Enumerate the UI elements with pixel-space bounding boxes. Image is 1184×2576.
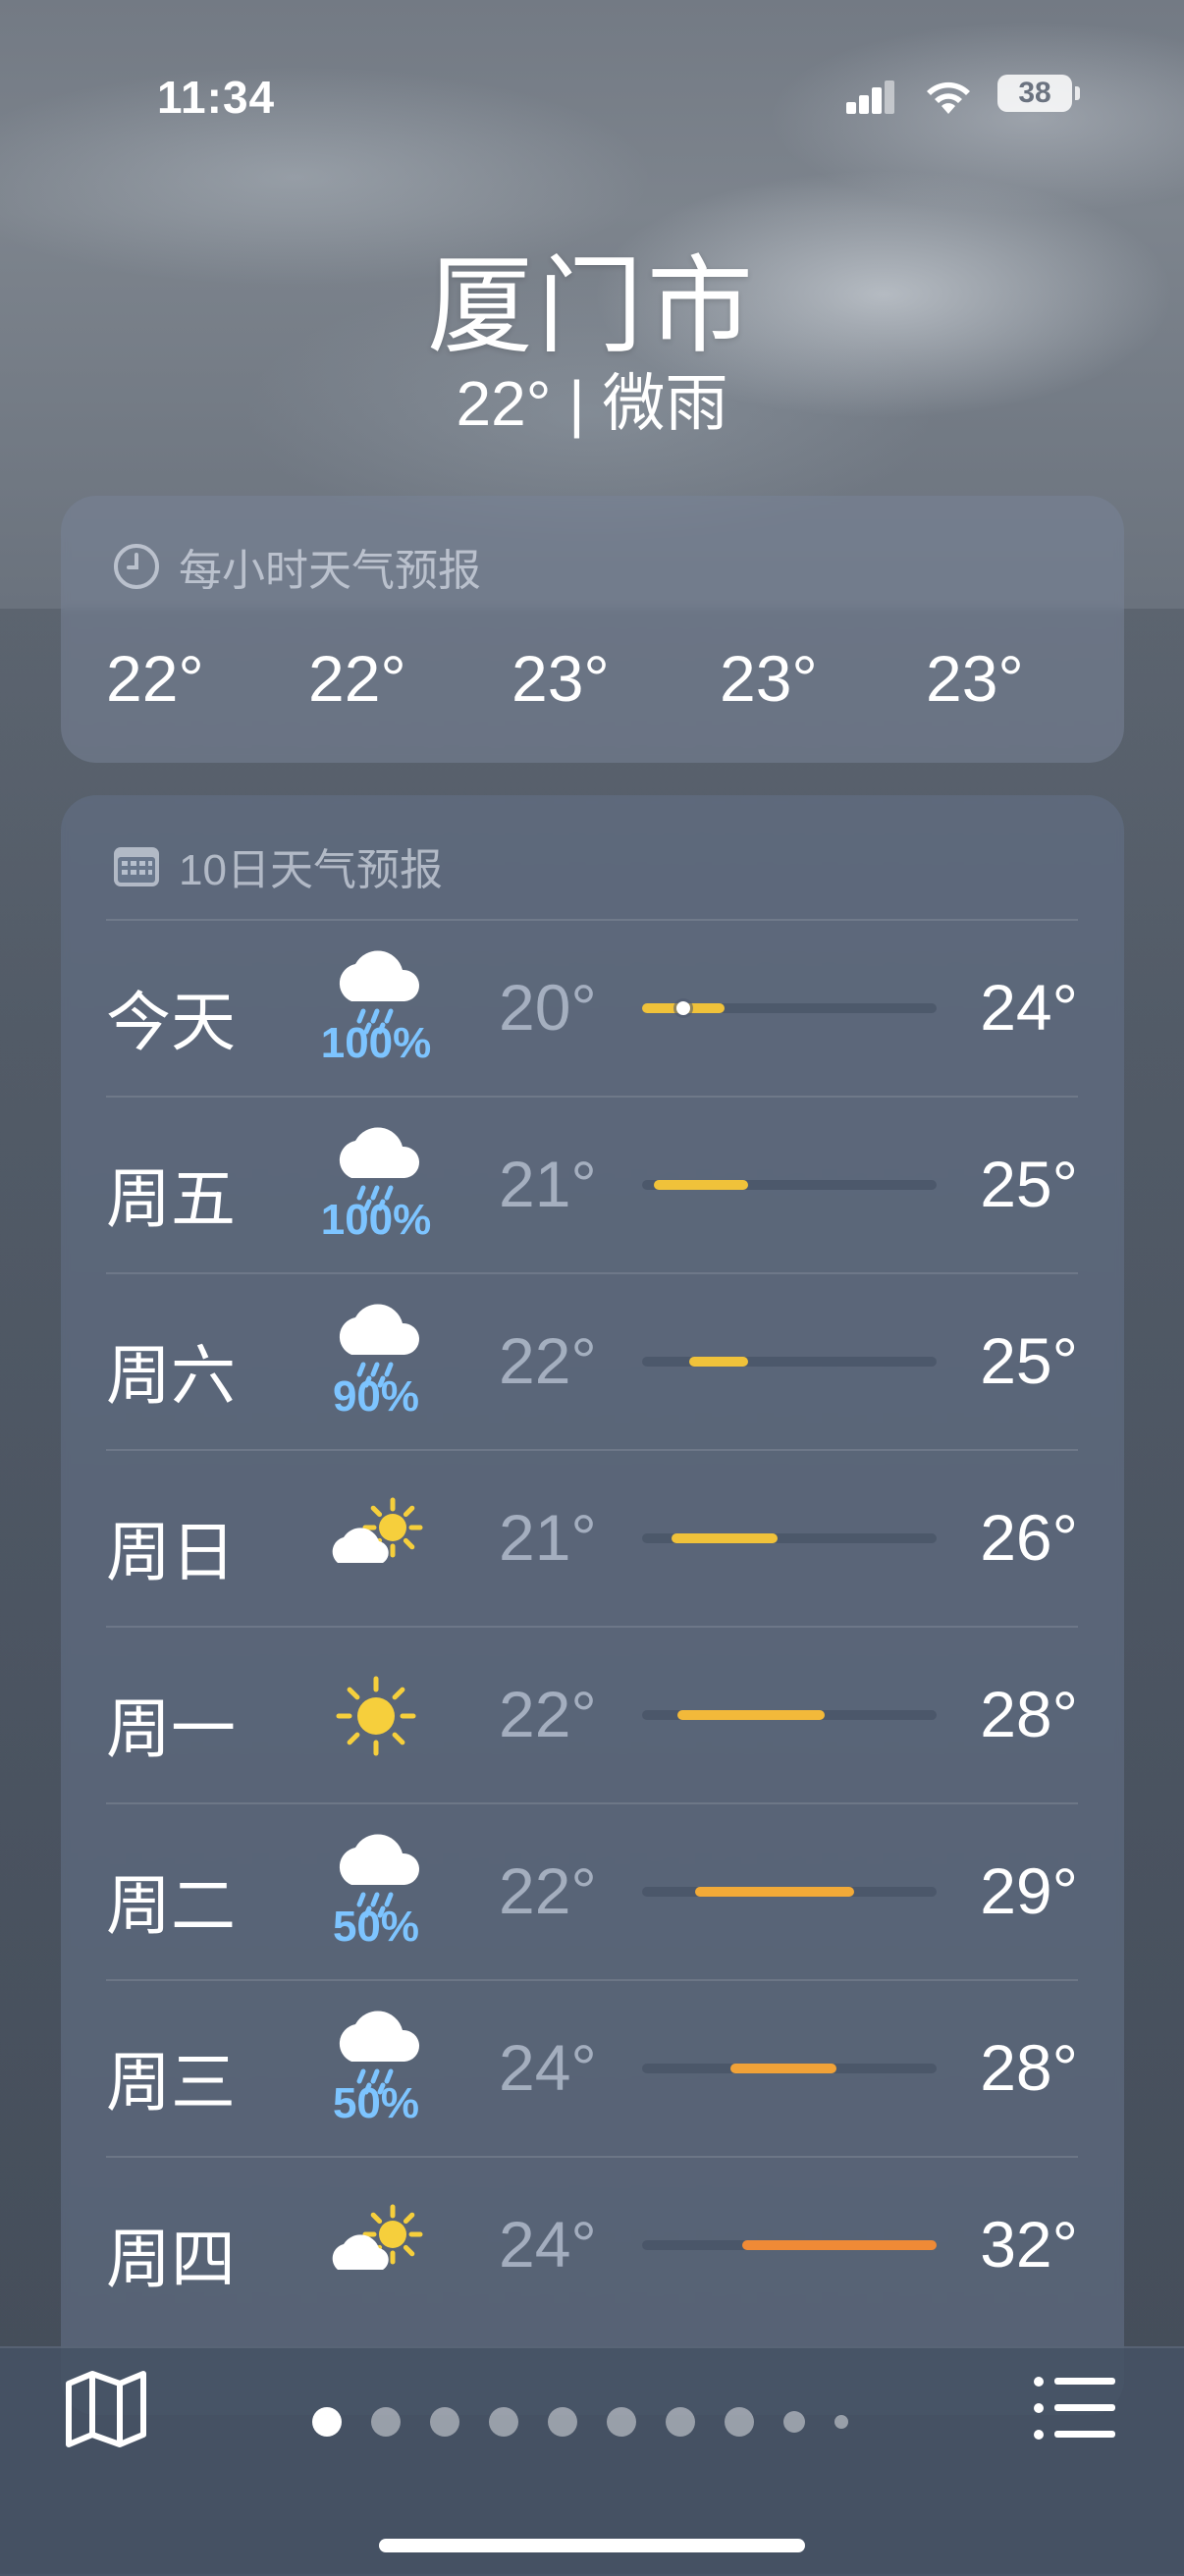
forecast-row[interactable]: 今天 100% 20° 24° — [106, 919, 1078, 1096]
wifi-icon — [927, 81, 970, 114]
list-icon[interactable] — [1033, 2376, 1117, 2441]
forecast-row[interactable]: 周四 24° 32° — [106, 2156, 1078, 2333]
hour-temp: 23° — [926, 642, 1024, 715]
current-conditions: 22° | 微雨 — [456, 368, 728, 439]
map-icon[interactable] — [65, 2370, 147, 2448]
page-dot[interactable] — [430, 2407, 459, 2437]
day-label: 周一 — [106, 1692, 236, 1765]
page-dot[interactable] — [666, 2407, 695, 2437]
page-dot[interactable] — [371, 2407, 401, 2437]
partly-sunny-icon — [322, 1488, 430, 1586]
day-label: 周日 — [106, 1516, 236, 1588]
hourly-temps: 22° 22° 23° 23° 23° — [106, 641, 1088, 720]
forecast-row[interactable]: 周二 50% 22° 29° — [106, 1802, 1078, 1979]
precip-chance: 90% — [332, 1372, 420, 1421]
high-temp: 25° — [980, 1324, 1078, 1397]
calendar-icon — [114, 847, 159, 886]
hour-temp: 23° — [720, 642, 818, 715]
low-temp: 22° — [499, 1678, 597, 1750]
temp-range-bar — [642, 1533, 937, 1543]
current-temp-dot — [676, 1001, 690, 1015]
forecast-row[interactable]: 周一 22° 28° — [106, 1626, 1078, 1802]
page-dot[interactable] — [312, 2407, 342, 2437]
hour-temp: 22° — [106, 642, 204, 715]
temp-range-fill — [689, 1357, 748, 1367]
ten-day-forecast-card[interactable]: 10日天气预报 今天 100% 20° 24° 周五 100% 21° 25° 周六 90% 22°… — [61, 795, 1124, 2415]
high-temp: 28° — [980, 1678, 1078, 1750]
status-bar: 11:34 38 — [0, 71, 1184, 123]
ten-day-forecast-header: 10日天气预报 — [112, 834, 443, 897]
low-temp: 21° — [499, 1501, 597, 1574]
precip-chance: 100% — [320, 1196, 432, 1244]
page-dot[interactable] — [489, 2407, 518, 2437]
low-temp: 22° — [499, 1854, 597, 1927]
status-time: 11:34 — [157, 72, 276, 123]
low-temp: 24° — [499, 2208, 597, 2281]
low-temp: 22° — [499, 1324, 597, 1397]
temp-range-bar — [642, 1180, 937, 1190]
day-label: 周五 — [106, 1162, 236, 1235]
page-dot[interactable] — [548, 2407, 577, 2437]
day-label: 周三 — [106, 2046, 236, 2119]
high-temp: 25° — [980, 1148, 1078, 1220]
high-temp: 28° — [980, 2031, 1078, 2104]
ten-day-forecast-title: 10日天气预报 — [179, 846, 443, 894]
hour-temp: 23° — [511, 642, 610, 715]
temp-range-fill — [695, 1887, 854, 1897]
home-indicator — [379, 2539, 805, 2552]
forecast-rows: 今天 100% 20° 24° 周五 100% 21° 25° 周六 90% 22° 25° 周日 21°… — [106, 919, 1078, 2333]
high-temp: 26° — [980, 1501, 1078, 1574]
forecast-row[interactable]: 周日 21° 26° — [106, 1449, 1078, 1626]
hourly-forecast-card[interactable]: 每小时天气预报 22° 22° 23° 23° 23° — [61, 496, 1124, 763]
temp-range-bar — [642, 1357, 937, 1367]
temp-range-bar — [642, 2064, 937, 2073]
temp-range-bar — [642, 2240, 937, 2250]
temp-range-fill — [730, 2064, 836, 2073]
temp-range-bar — [642, 1887, 937, 1897]
forecast-row[interactable]: 周五 100% 21° 25° — [106, 1096, 1078, 1272]
precip-chance: 50% — [332, 1903, 420, 1951]
low-temp: 20° — [499, 971, 597, 1044]
hour-temp: 22° — [308, 642, 406, 715]
precip-chance: 100% — [320, 1019, 432, 1067]
day-label: 周二 — [106, 1869, 236, 1942]
page-dot[interactable] — [607, 2407, 636, 2437]
temp-range-fill — [677, 1710, 825, 1720]
high-temp: 32° — [980, 2208, 1078, 2281]
temp-range-fill — [742, 2240, 937, 2250]
forecast-row[interactable]: 周三 50% 24° 28° — [106, 1979, 1078, 2156]
city-name: 厦门市 — [426, 246, 757, 365]
sun-icon — [322, 1665, 430, 1763]
hourly-forecast-header: 每小时天气预报 — [112, 535, 481, 598]
clock-icon — [114, 544, 159, 589]
day-label: 周四 — [106, 2223, 236, 2295]
partly-sunny-icon — [322, 2195, 430, 2293]
low-temp: 21° — [499, 1148, 597, 1220]
high-temp: 29° — [980, 1854, 1078, 1927]
temp-range-fill — [672, 1533, 778, 1543]
temp-range-bar — [642, 1001, 937, 1015]
cellular-signal-icon — [846, 79, 895, 114]
hourly-forecast-title: 每小时天气预报 — [179, 547, 481, 595]
page-indicator[interactable] — [312, 2407, 848, 2437]
temp-range-bar — [642, 1710, 937, 1720]
page-dot[interactable] — [725, 2407, 754, 2437]
day-label: 今天 — [106, 986, 236, 1058]
battery-icon: 38 — [997, 75, 1080, 112]
page-dot[interactable] — [783, 2411, 805, 2433]
precip-chance: 50% — [332, 2079, 420, 2127]
high-temp: 24° — [980, 971, 1078, 1044]
temp-range-fill — [654, 1180, 748, 1190]
page-dot[interactable] — [834, 2415, 848, 2429]
forecast-row[interactable]: 周六 90% 22° 25° — [106, 1272, 1078, 1449]
low-temp: 24° — [499, 2031, 597, 2104]
day-label: 周六 — [106, 1339, 236, 1412]
